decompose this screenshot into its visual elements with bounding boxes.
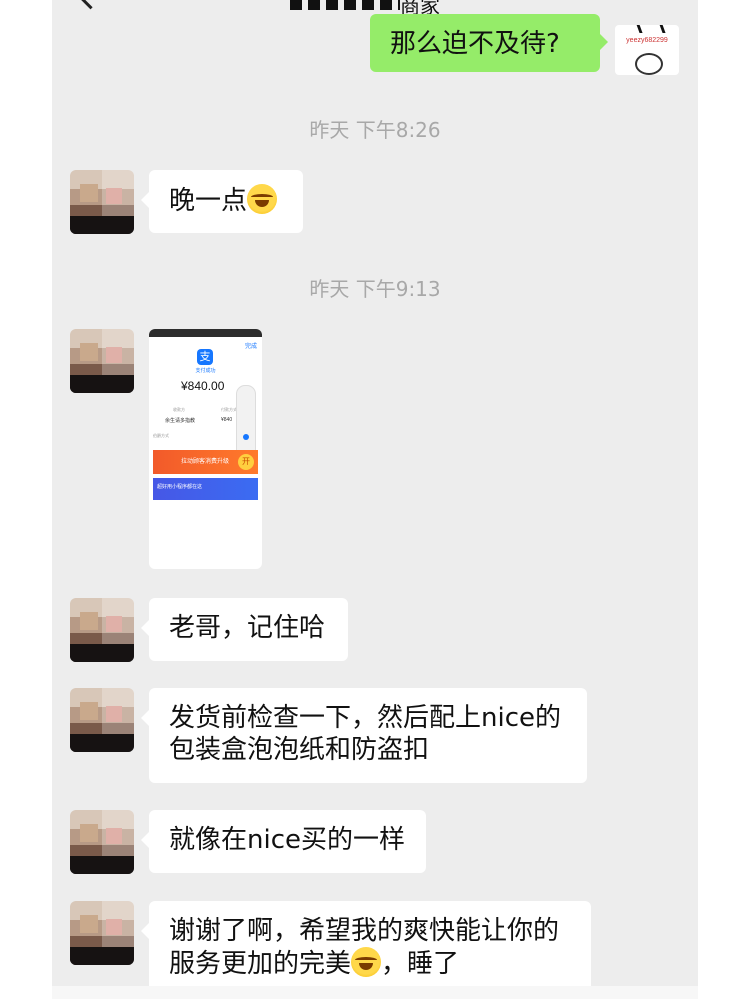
avatar-pixel [80, 343, 98, 361]
message-text: 老哥，记住哈 [169, 613, 326, 643]
message-text-line: 谢谢了啊，希望我的爽快能让你的 [169, 916, 560, 946]
payment-status: 支付成功 [195, 368, 216, 374]
avatar-pixel [106, 347, 122, 363]
timestamp: 昨天 下午8:26 [309, 118, 441, 142]
adidas-logo-icon [635, 53, 663, 75]
timestamp: 昨天 下午9:13 [309, 277, 441, 301]
message-text-line: 发货前检查一下，然后配上nice的 [169, 703, 561, 733]
avatar-pixel [80, 915, 98, 933]
avatar[interactable] [70, 810, 134, 874]
avatar-pixel [106, 188, 122, 204]
avatar-pixel [106, 828, 122, 844]
bottom-strip [52, 986, 698, 999]
avatar[interactable] [70, 329, 134, 393]
message-bubble[interactable]: 谢谢了啊，希望我的爽快能让你的 服务更加的完美 ，睡了 [141, 901, 591, 996]
avatar-pixel [106, 616, 122, 632]
message-bubble[interactable]: 发货前检查一下，然后配上nice的 包装盒泡泡纸和防盗扣 [141, 688, 587, 783]
phone-status-bar [149, 329, 262, 337]
avatar-ink [634, 25, 666, 33]
avatar-pixel [80, 824, 98, 842]
avatar-pixel [70, 856, 134, 874]
promo-banner-blue: 超好用小程序都在这 [153, 478, 258, 500]
message-text-line: 服务更加的完美 ，睡了 [169, 947, 571, 980]
avatar-pixel [70, 216, 134, 234]
method-label: 付款方式 [221, 407, 237, 412]
redacted-title [290, 0, 400, 10]
message-text: 就像在nice买的一样 [169, 825, 405, 855]
done-link: 完成 [244, 344, 257, 350]
chat-area: 商家 那么迫不及待? yeezy682299 昨天 下午8:26 晚一点 昨天 … [52, 0, 698, 999]
extra-label: 伯爵方式 [153, 433, 169, 438]
avatar-pixel [70, 734, 134, 752]
banner-text: 超好用小程序都在这 [157, 484, 203, 490]
payee-value: 余生请多指教 [165, 418, 196, 424]
crying-emoji-icon [351, 947, 382, 977]
message-bubble[interactable]: 就像在nice买的一样 [141, 810, 426, 873]
avatar[interactable] [70, 901, 134, 965]
volume-slider [236, 385, 256, 459]
method-value: ¥840 [221, 417, 233, 423]
slider-dot [243, 434, 249, 440]
payment-screenshot-image[interactable]: 完成 支 支付成功 ¥840.00 收款方 余生请多指教 付款方式 ¥840 伯… [149, 329, 262, 569]
message-text-line: 包装盒泡泡纸和防盗扣 [169, 735, 430, 765]
message-text: 那么迫不及待? [390, 29, 560, 59]
my-avatar[interactable]: yeezy682299 [615, 25, 679, 75]
message-text: 晚一点 [169, 186, 248, 216]
avatar[interactable] [70, 688, 134, 752]
payee-label: 收款方 [173, 407, 185, 412]
message-text-part: 服务更加的完美 [169, 949, 352, 979]
avatar-pixel [70, 947, 134, 965]
avatar[interactable] [70, 598, 134, 662]
avatar-pixel [106, 919, 122, 935]
laughing-tears-emoji-icon [247, 184, 278, 214]
message-bubble[interactable]: 老哥，记住哈 [141, 598, 348, 661]
payment-amount: ¥840.00 [181, 379, 225, 393]
alipay-icon: 支 [197, 349, 213, 365]
message-bubble[interactable]: 晚一点 [141, 170, 303, 233]
avatar[interactable] [70, 170, 134, 234]
banner-text: 拉动顾客消费升级 [181, 459, 230, 465]
back-chevron-icon[interactable] [75, 0, 106, 10]
avatar-pixel [80, 184, 98, 202]
avatar-pixel [70, 644, 134, 662]
banner-open-button: 开 [238, 454, 254, 470]
avatar-pixel [80, 612, 98, 630]
message-bubble-mine[interactable]: 那么迫不及待? [370, 14, 608, 72]
avatar-pixel [106, 706, 122, 722]
avatar-pixel [80, 702, 98, 720]
avatar-pixel [70, 375, 134, 393]
avatar-text: yeezy682299 [626, 37, 668, 44]
promo-banner-orange: 拉动顾客消费升级 开 [153, 450, 258, 474]
message-text-part: ，睡了 [381, 949, 460, 979]
